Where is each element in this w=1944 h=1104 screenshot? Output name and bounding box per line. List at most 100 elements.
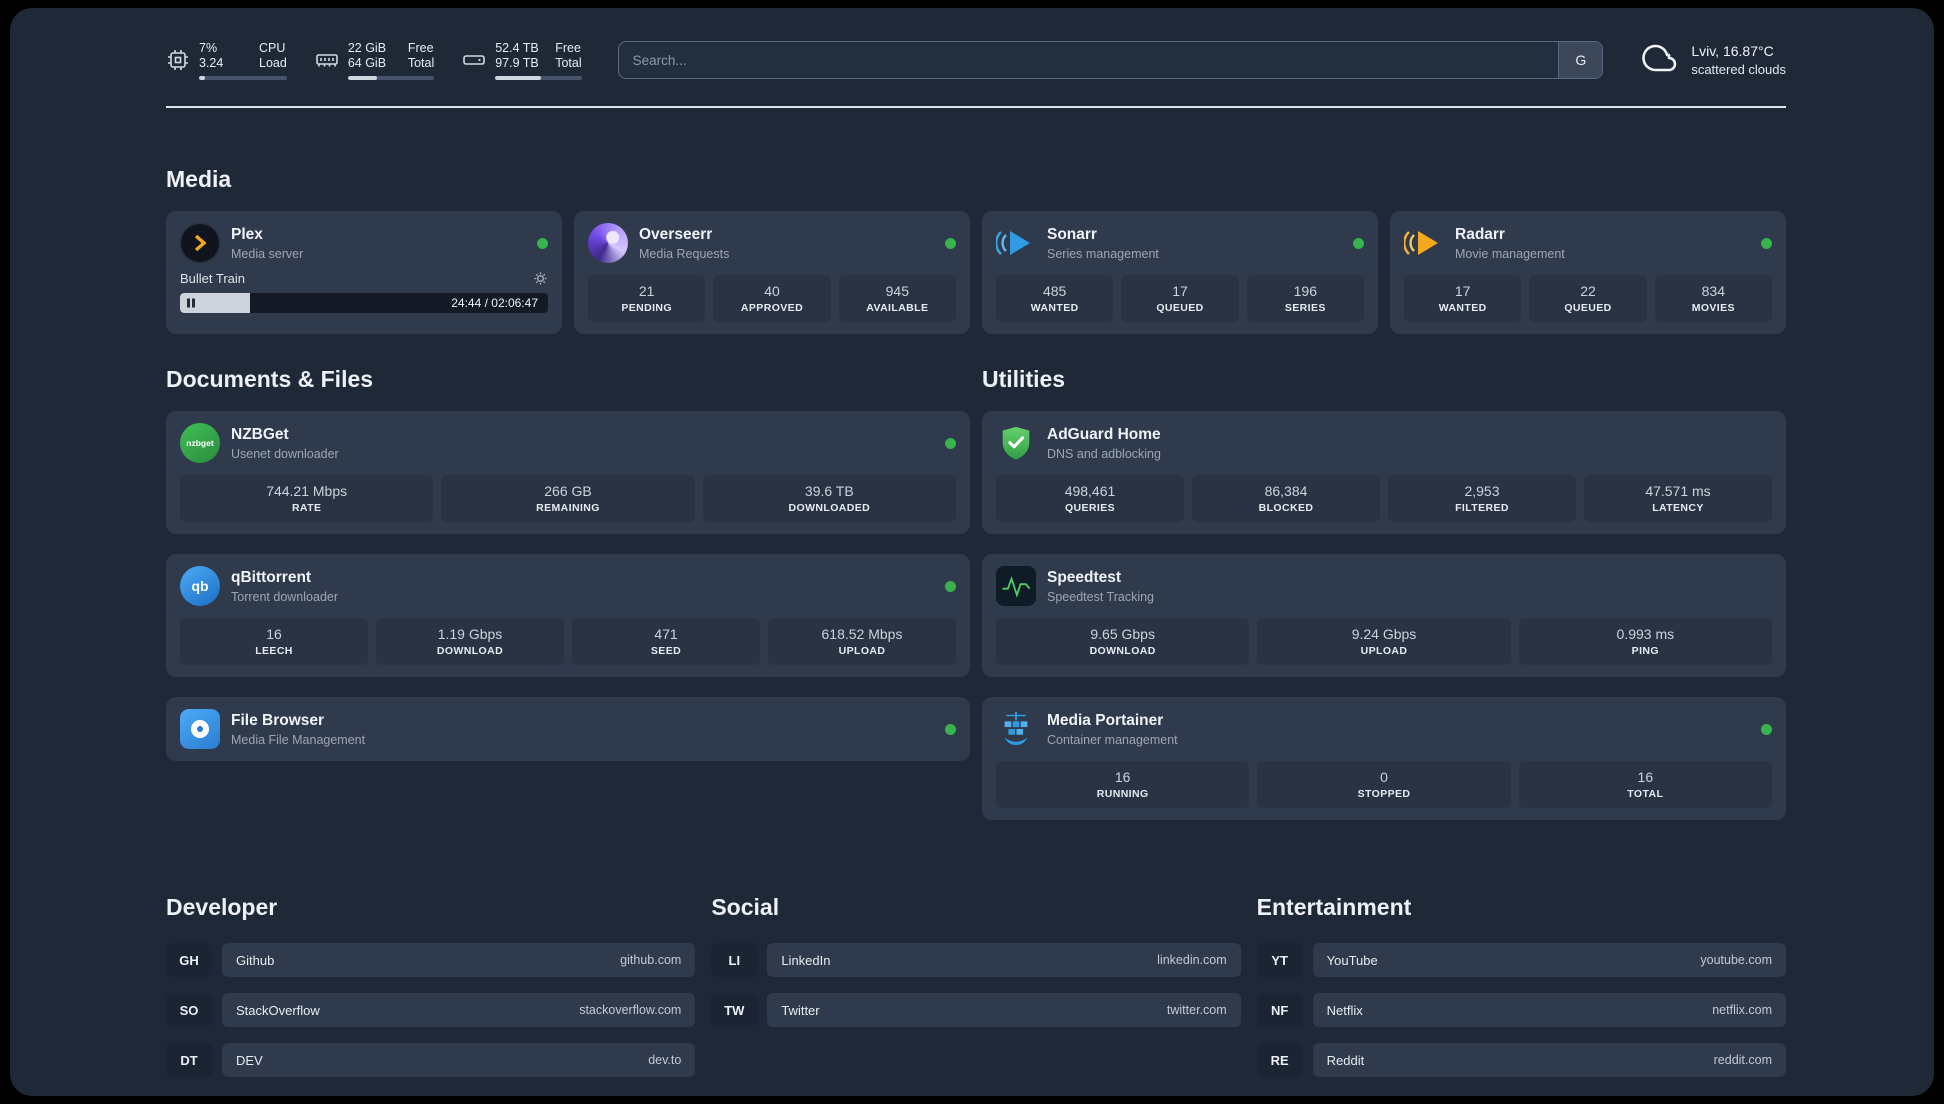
- app-name: Radarr: [1455, 225, 1505, 243]
- cpu-progress-track: [199, 75, 287, 80]
- stackoverflow-icon: SO: [166, 993, 212, 1027]
- app-name: File Browser: [231, 711, 325, 729]
- system-metrics: 7% 3.24 CPU Load 22 GiB 64 GiB Free Tota…: [166, 41, 582, 80]
- app-name: Sonarr: [1047, 225, 1097, 243]
- bookmark-name: YouTube: [1326, 952, 1378, 968]
- bookmark-url: dev.to: [648, 1053, 682, 1067]
- app-card-radarr[interactable]: Radarr Movie management 17 WANTED 22 QUE…: [1390, 211, 1786, 334]
- stat-label: PING: [1631, 645, 1659, 657]
- stat-value: 17: [1172, 283, 1188, 299]
- bookmark-twitter[interactable]: TW Twitter twitter.com: [711, 993, 1241, 1027]
- playback-time: 24:44 / 02:06:47: [451, 296, 538, 310]
- app-card-sonarr[interactable]: Sonarr Series management 485 WANTED 17 Q…: [982, 211, 1378, 334]
- status-dot: [945, 437, 956, 449]
- app-desc: Container management: [1047, 732, 1178, 747]
- stat-tile: 1.19 Gbps DOWNLOAD: [376, 618, 564, 665]
- stat-label: RUNNING: [1096, 788, 1149, 800]
- stat-tile: 196 SERIES: [1246, 275, 1364, 322]
- bookmark-netflix[interactable]: NF Netflix netflix.com: [1256, 993, 1786, 1027]
- stat-value: 1.19 Gbps: [437, 626, 503, 642]
- sonarr-icon: [996, 223, 1036, 263]
- bookmark-stackoverflow[interactable]: SO StackOverflow stackoverflow.com: [166, 993, 696, 1027]
- stat-tile: 9.24 Gbps UPLOAD: [1257, 618, 1511, 665]
- status-dot: [945, 580, 956, 592]
- stat-value: 834: [1701, 283, 1725, 299]
- stat-tile: 485 WANTED: [996, 275, 1114, 322]
- stat-tile: 0 STOPPED: [1257, 761, 1511, 808]
- bookmark-youtube[interactable]: YT YouTube youtube.com: [1256, 943, 1786, 977]
- app-card-adguard[interactable]: AdGuard Home DNS and adblocking 498,461 …: [982, 411, 1786, 534]
- stat-label: TOTAL: [1627, 788, 1664, 800]
- cpu-progress-fill: [199, 75, 206, 80]
- stat-value: 47.571 ms: [1645, 483, 1711, 499]
- bookmark-url: netflix.com: [1712, 1003, 1772, 1017]
- disk-total-value: 97.9 TB: [495, 55, 539, 70]
- stat-value: 0: [1380, 769, 1388, 785]
- stat-tile: 21 PENDING: [588, 275, 706, 322]
- stat-tile: 618.52 Mbps UPLOAD: [768, 618, 956, 665]
- stat-value: 22: [1580, 283, 1596, 299]
- nzbget-icon: nzbget: [180, 423, 220, 463]
- app-desc: Series management: [1047, 246, 1159, 261]
- app-name: AdGuard Home: [1047, 425, 1161, 443]
- bookmark-url: twitter.com: [1166, 1003, 1227, 1017]
- bookmark-name: Reddit: [1326, 1052, 1365, 1068]
- bookmark-name: Netflix: [1326, 1002, 1363, 1018]
- stat-value: 16: [266, 626, 282, 642]
- app-desc: Usenet downloader: [231, 446, 339, 461]
- stat-value: 744.21 Mbps: [266, 483, 348, 499]
- disk-metric: 52.4 TB 97.9 TB Free Total: [462, 40, 582, 80]
- app-card-filebrowser[interactable]: File Browser Media File Management: [166, 697, 970, 761]
- bookmark-name: DEV: [236, 1052, 263, 1068]
- app-desc: DNS and adblocking: [1047, 446, 1161, 461]
- status-dot: [537, 237, 548, 249]
- search-engine-button[interactable]: G: [1558, 42, 1603, 78]
- stat-value: 16: [1114, 769, 1131, 785]
- qbittorrent-icon: qb: [180, 566, 220, 606]
- linkedin-icon: LI: [711, 943, 758, 977]
- disk-free-label: Free: [555, 40, 581, 55]
- stat-label: QUERIES: [1064, 502, 1116, 514]
- adguard-icon: [996, 423, 1036, 463]
- app-card-overseerr[interactable]: Overseerr Media Requests 21 PENDING 40 A…: [574, 211, 970, 334]
- stat-value: 21: [638, 283, 655, 299]
- app-card-portainer[interactable]: Media Portainer Container management 16 …: [982, 697, 1786, 820]
- bookmark-url: github.com: [620, 953, 682, 967]
- media-section-title: Media: [166, 166, 232, 192]
- stat-label: AVAILABLE: [866, 302, 929, 314]
- bookmark-dev[interactable]: DT DEV dev.to: [166, 1043, 696, 1077]
- stat-label: QUEUED: [1156, 302, 1204, 314]
- app-card-speedtest[interactable]: Speedtest Speedtest Tracking 9.65 Gbps D…: [982, 554, 1786, 677]
- disk-progress-track: [495, 75, 582, 80]
- netflix-icon: NF: [1256, 993, 1303, 1027]
- documents-column: Documents & Files nzbget NZBGet Usenet d…: [166, 366, 970, 781]
- stat-label: DOWNLOAD: [436, 645, 504, 657]
- cloud-icon: [1639, 40, 1681, 81]
- bookmark-reddit[interactable]: RE Reddit reddit.com: [1256, 1043, 1786, 1077]
- entertainment-section-title: Entertainment: [1256, 894, 1412, 920]
- stat-value: 16: [1637, 769, 1654, 785]
- bookmark-linkedin[interactable]: LI LinkedIn linkedin.com: [711, 943, 1241, 977]
- cpu-icon: [166, 48, 190, 72]
- stat-value: 945: [885, 283, 909, 299]
- weather-condition: scattered clouds: [1691, 62, 1786, 77]
- stat-value: 9.24 Gbps: [1351, 626, 1417, 642]
- bookmark-github[interactable]: GH Github github.com: [166, 943, 696, 977]
- search-input[interactable]: [618, 42, 1559, 78]
- stat-tile: 86,384 BLOCKED: [1192, 475, 1380, 522]
- stat-label: UPLOAD: [1360, 645, 1408, 657]
- stat-label: QUEUED: [1564, 302, 1612, 314]
- gear-icon[interactable]: [533, 271, 548, 286]
- bookmark-name: Github: [236, 952, 275, 968]
- media-section: Media Plex Media server Bullet Train 24:…: [166, 166, 1786, 334]
- app-card-qbittorrent[interactable]: qb qBittorrent Torrent downloader 16 LEE…: [166, 554, 970, 677]
- app-desc: Media Requests: [639, 246, 730, 261]
- documents-section-title: Documents & Files: [166, 366, 374, 392]
- stat-value: 471: [654, 626, 678, 642]
- app-name: Overseerr: [639, 225, 713, 243]
- app-card-nzbget[interactable]: nzbget NZBGet Usenet downloader 744.21 M…: [166, 411, 970, 534]
- app-card-plex[interactable]: Plex Media server Bullet Train 24:44 / 0…: [166, 211, 562, 334]
- pause-icon[interactable]: [186, 298, 196, 309]
- speedtest-icon: [996, 566, 1036, 606]
- ram-total-value: 64 GiB: [347, 55, 387, 70]
